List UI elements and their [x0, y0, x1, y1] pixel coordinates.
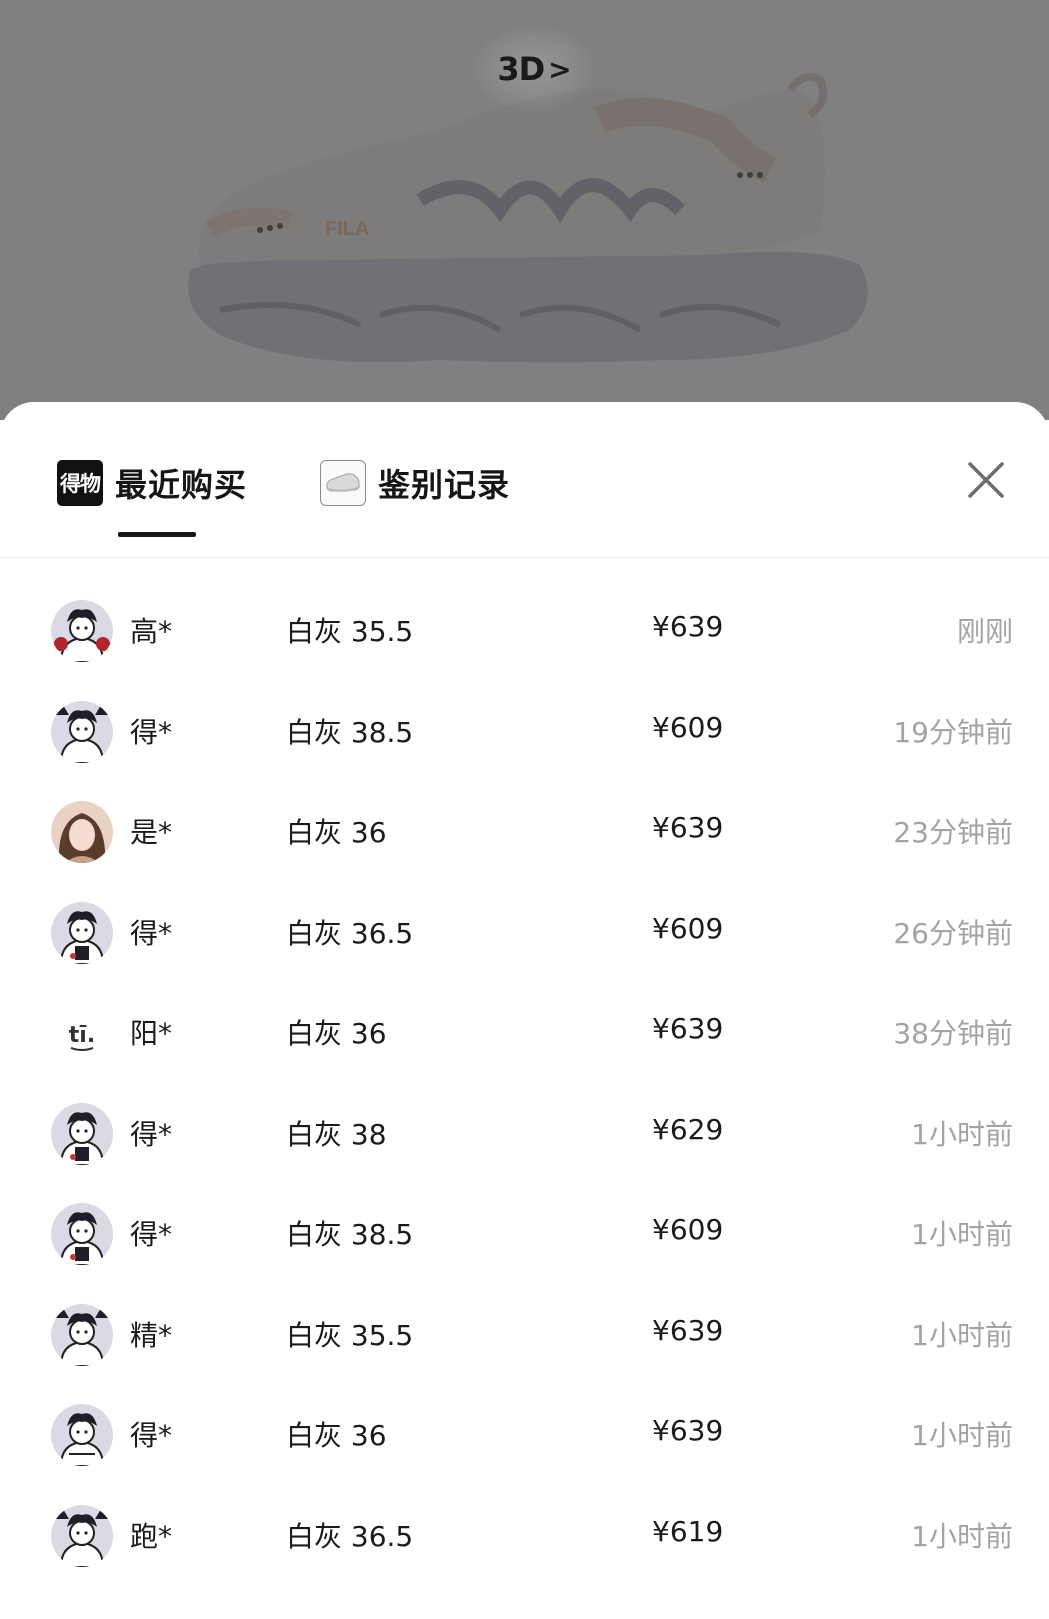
close-icon: [968, 462, 1004, 498]
purchase-price: ¥609: [652, 711, 724, 744]
tab-authentication-records-label: 鉴别记录: [378, 466, 511, 504]
purchase-spec: 白灰 36: [286, 1419, 387, 1452]
purchase-time: 1小时前: [911, 1319, 1013, 1352]
buyer-name: 得*: [130, 1419, 173, 1452]
product-hero: FILA 3D >: [0, 0, 1049, 420]
purchase-row: 得* 白灰 38 ¥629 1小时前: [0, 1083, 1049, 1187]
purchase-spec: 白灰 36: [286, 1017, 387, 1050]
purchase-time: 1小时前: [911, 1419, 1013, 1452]
purchase-spec: 白灰 38.5: [286, 716, 414, 749]
purchase-row: 精* 白灰 35.5 ¥639 1小时前: [0, 1284, 1049, 1388]
purchase-price: ¥639: [652, 1314, 724, 1347]
purchase-row: 跑* 白灰 36.5 ¥619 1小时前: [0, 1485, 1049, 1589]
purchase-time: 38分钟前: [893, 1017, 1013, 1050]
purchase-time: 1小时前: [911, 1218, 1013, 1251]
buyer-avatar: [51, 1404, 113, 1466]
buyer-name: 得*: [130, 1218, 173, 1251]
purchase-time: 1小时前: [911, 1520, 1013, 1553]
buyer-name: 得*: [130, 917, 173, 950]
active-tab-indicator: [118, 532, 196, 537]
buyer-name: 是*: [130, 816, 173, 849]
buyer-name: 得*: [130, 1118, 173, 1151]
buyer-avatar: tī.: [51, 1002, 113, 1064]
purchase-time: 19分钟前: [893, 716, 1013, 749]
tab-divider: [0, 557, 1049, 558]
purchase-price: ¥639: [652, 610, 724, 643]
buyer-avatar: [51, 902, 113, 964]
purchase-row: 高* 白灰 35.5 ¥639 刚刚: [0, 580, 1049, 684]
purchase-price: ¥629: [652, 1113, 724, 1146]
purchase-time: 26分钟前: [893, 917, 1013, 950]
purchase-price: ¥609: [652, 1213, 724, 1246]
purchase-spec: 白灰 36.5: [286, 1520, 414, 1553]
close-button[interactable]: [962, 456, 1010, 504]
purchase-time: 23分钟前: [893, 816, 1013, 849]
buyer-name: 高*: [130, 615, 173, 648]
svg-text:tī.: tī.: [69, 1023, 95, 1048]
purchase-price: ¥639: [652, 1012, 724, 1045]
chevron-right-icon: >: [548, 52, 571, 86]
buyer-avatar: [51, 600, 113, 662]
purchase-row: 得* 白灰 36.5 ¥609 26分钟前: [0, 882, 1049, 986]
tab-recent-purchases[interactable]: 得物 最近购买: [57, 456, 247, 510]
purchase-time: 刚刚: [956, 615, 1013, 648]
dewu-logo-text: 得物: [60, 472, 101, 496]
purchase-price: ¥609: [652, 912, 724, 945]
purchase-row: 得* 白灰 38.5 ¥609 19分钟前: [0, 681, 1049, 785]
buyer-avatar: [51, 701, 113, 763]
purchase-spec: 白灰 36.5: [286, 917, 414, 950]
buyer-name: 跑*: [130, 1520, 173, 1553]
purchase-price: ¥639: [652, 1414, 724, 1447]
purchase-price: ¥619: [652, 1515, 724, 1548]
buyer-name: 阳*: [130, 1017, 173, 1050]
dewu-logo-icon: 得物: [57, 460, 103, 506]
tab-recent-purchases-label: 最近购买: [115, 466, 248, 504]
purchase-spec: 白灰 38: [286, 1118, 387, 1151]
buyer-avatar: [51, 1505, 113, 1567]
buyer-avatar: [51, 1304, 113, 1366]
buyer-avatar: [51, 801, 113, 863]
tab-authentication-records[interactable]: 鉴别记录: [320, 456, 510, 510]
purchase-spec: 白灰 36: [286, 816, 387, 849]
buyer-name: 得*: [130, 716, 173, 749]
purchase-row: 得* 白灰 36 ¥639 1小时前: [0, 1384, 1049, 1488]
purchase-row: 得* 白灰 38.5 ¥609 1小时前: [0, 1183, 1049, 1287]
purchase-price: ¥639: [652, 811, 724, 844]
purchase-spec: 白灰 35.5: [286, 615, 414, 648]
sheet-tab-bar: 得物 最近购买 鉴别记录: [0, 402, 1049, 558]
purchase-spec: 白灰 35.5: [286, 1319, 414, 1352]
purchase-row: 是* 白灰 36 ¥639 23分钟前: [0, 781, 1049, 885]
shoe-thumbnail-icon: [320, 460, 366, 506]
view-3d-button[interactable]: 3D >: [474, 26, 594, 112]
buyer-avatar: [51, 1103, 113, 1165]
buyer-name: 精*: [130, 1319, 173, 1352]
purchase-row: tī. 阳* 白灰 36 ¥639 38分钟前: [0, 982, 1049, 1086]
purchase-spec: 白灰 38.5: [286, 1218, 414, 1251]
recent-purchases-sheet: 得物 最近购买 鉴别记录 高* 白灰 35.5 ¥639 刚刚得* 白灰 38.5 ¥60…: [0, 402, 1049, 1619]
buyer-avatar: [51, 1203, 113, 1265]
purchase-time: 1小时前: [911, 1118, 1013, 1151]
view-3d-label: 3D: [497, 50, 545, 88]
